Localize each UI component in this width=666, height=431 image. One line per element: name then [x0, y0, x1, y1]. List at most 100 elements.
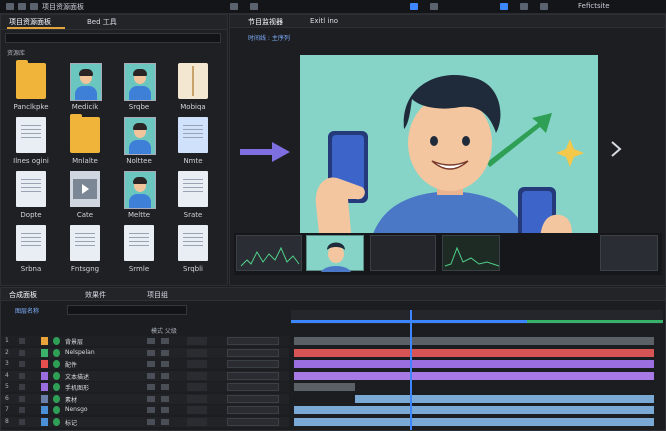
- portrait-icon: [124, 63, 156, 101]
- previous-arrow-icon[interactable]: [240, 142, 290, 162]
- columns-header: 模式 父级: [151, 328, 177, 335]
- document-icon: [70, 225, 100, 261]
- tab-effects[interactable]: 效果件: [85, 290, 106, 300]
- track-clip[interactable]: [294, 337, 654, 345]
- thumbnail-strip: [234, 233, 662, 275]
- asset-label: Srqbli: [183, 265, 203, 273]
- thumbnail-graph[interactable]: [442, 235, 500, 271]
- thumbnail-settings[interactable]: [370, 235, 436, 271]
- asset-label: Srmle: [128, 265, 150, 273]
- folder-icon: [70, 114, 100, 153]
- asset-label: Mobiqa: [180, 103, 206, 111]
- timeline-panel: 合成面板 效果件 项目组 图层名称 模式 父级 1 背景层 2 Nelspelan 3 配…: [0, 287, 666, 431]
- folder-icon[interactable]: [30, 3, 38, 10]
- asset-label: Dopte: [20, 211, 42, 219]
- asset-tile[interactable]: Nolttee: [115, 117, 163, 175]
- sequence-label: 时间线 : 主序列: [248, 35, 290, 42]
- play-icon[interactable]: [230, 3, 238, 10]
- book-icon: [178, 63, 208, 99]
- asset-label: Nmte: [183, 157, 203, 165]
- asset-tile[interactable]: Dopte: [7, 171, 55, 229]
- track-clip[interactable]: [294, 348, 654, 357]
- asset-tile[interactable]: Meltte: [115, 171, 163, 229]
- asset-tile[interactable]: Mobiqa: [169, 63, 217, 121]
- tab-project-group[interactable]: 项目组: [147, 290, 168, 300]
- asset-label: Srbna: [20, 265, 42, 273]
- track-area: [1, 336, 666, 428]
- thumbnail-clip[interactable]: [600, 235, 658, 271]
- text-tool-icon[interactable]: [520, 3, 528, 10]
- asset-tile[interactable]: Srmle: [115, 225, 163, 283]
- track-clip[interactable]: [294, 417, 654, 426]
- asset-label: Nolttee: [126, 157, 152, 165]
- layer-search-input[interactable]: [67, 305, 187, 315]
- asset-tile[interactable]: Srqbli: [169, 225, 217, 283]
- project-panel: 项目资源面板 Bed 工具 资源库 Panclkpke Medicik Srqbe M…: [0, 14, 228, 286]
- asset-tile[interactable]: Medicik: [61, 63, 109, 121]
- video-preview[interactable]: [300, 55, 598, 243]
- asset-tile[interactable]: Fntsgng: [61, 225, 109, 283]
- workspace-label[interactable]: Fefictsite: [578, 2, 610, 10]
- document-icon: [124, 225, 154, 261]
- top-toolbar: 项目资源面板 Fefictsite: [0, 0, 666, 14]
- tab-export[interactable]: Exitl ino: [310, 17, 338, 25]
- work-area-bar[interactable]: [291, 320, 527, 323]
- portrait-icon: [124, 117, 156, 155]
- asset-tile[interactable]: Srbna: [7, 225, 55, 283]
- asset-label: Fntsgng: [70, 265, 100, 273]
- track-clip[interactable]: [294, 406, 654, 414]
- asset-tile[interactable]: Ilnes ogini: [7, 117, 55, 175]
- time-ruler[interactable]: [291, 310, 663, 324]
- asset-label: Mnlalte: [72, 157, 98, 165]
- snap-icon[interactable]: [250, 3, 258, 10]
- asset-tile[interactable]: Mnlalte: [61, 114, 109, 175]
- program-monitor: 节目监视器 Exitl ino 时间线 : 主序列: [229, 14, 666, 286]
- asset-tile[interactable]: Cate: [61, 171, 109, 229]
- zoom-tool-icon[interactable]: [540, 3, 548, 10]
- pen-tool-icon[interactable]: [500, 3, 508, 10]
- video-icon: [70, 171, 100, 207]
- search-input[interactable]: [5, 33, 221, 43]
- asset-label: Srate: [183, 211, 203, 219]
- project-tabbar: 项目资源面板 Bed 工具: [1, 15, 227, 30]
- app-title: 项目资源面板: [42, 3, 84, 11]
- tab-indicator: [7, 27, 65, 29]
- hand-tool-icon[interactable]: [430, 3, 438, 10]
- thumbnail-portrait[interactable]: [306, 235, 364, 272]
- tab-comp[interactable]: 合成面板: [9, 290, 37, 300]
- asset-label: Medicik: [71, 103, 99, 111]
- thumbnail-waveform[interactable]: [236, 235, 302, 271]
- asset-label: Meltte: [127, 211, 151, 219]
- asset-label: Panclkpke: [13, 103, 49, 111]
- track-clip[interactable]: [294, 383, 356, 391]
- asset-label: Srqbe: [128, 103, 150, 111]
- folder-icon: [16, 60, 46, 99]
- work-area-end: [527, 320, 663, 323]
- document-icon: [178, 171, 208, 207]
- next-chevron-icon[interactable]: [610, 141, 622, 157]
- portrait-icon: [70, 63, 102, 101]
- playhead[interactable]: [410, 310, 413, 430]
- timeline-tabbar: 合成面板 效果件 项目组: [1, 288, 665, 301]
- select-tool-icon[interactable]: [410, 3, 418, 10]
- asset-tile[interactable]: Panclkpke: [7, 60, 55, 121]
- asset-tile[interactable]: Srate: [169, 171, 217, 229]
- illustration-man-with-phones: [315, 75, 584, 243]
- asset-tile[interactable]: Nmte: [169, 117, 217, 175]
- asset-tile[interactable]: Srqbe: [115, 63, 163, 121]
- tab-program[interactable]: 节目监视器: [248, 17, 283, 27]
- asset-label: Ilnes ogini: [13, 157, 49, 165]
- document-icon: [16, 117, 46, 153]
- menu-icon[interactable]: [6, 3, 14, 10]
- tab-project[interactable]: 项目资源面板: [9, 17, 51, 27]
- monitor-tabbar: 节目监视器 Exitl ino: [230, 15, 665, 28]
- layers-header: 图层名称: [15, 308, 40, 315]
- track-clip[interactable]: [294, 360, 654, 368]
- tab-tools[interactable]: Bed 工具: [87, 17, 117, 27]
- document-icon: [178, 117, 208, 153]
- track-clip[interactable]: [355, 394, 654, 403]
- track-clip[interactable]: [294, 371, 654, 380]
- portrait-icon: [124, 171, 156, 209]
- save-icon[interactable]: [18, 3, 26, 10]
- document-icon: [178, 225, 208, 261]
